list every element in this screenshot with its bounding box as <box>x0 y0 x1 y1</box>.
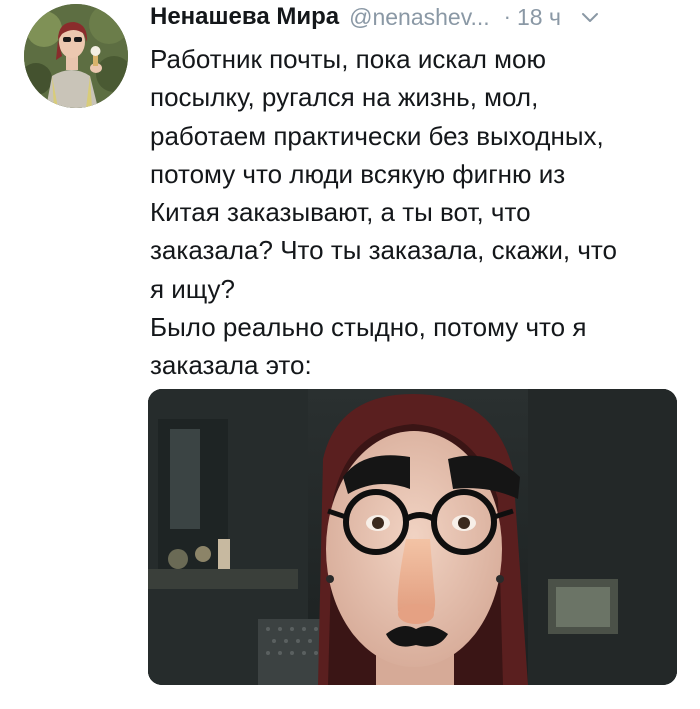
tweet-header: Ненашева Мира @nenashev... · 18 ч <box>150 0 690 34</box>
timestamp[interactable]: 18 ч <box>517 4 561 31</box>
user-handle[interactable]: @nenashev... <box>349 4 490 31</box>
tweet-text: Работник почты, пока искал мою посылку, … <box>150 44 617 381</box>
avatar-image <box>24 4 128 108</box>
avatar[interactable] <box>24 4 128 108</box>
display-name[interactable]: Ненашева Мира <box>150 3 339 31</box>
tweet-photo[interactable] <box>148 389 677 685</box>
chevron-down-icon[interactable] <box>579 6 601 28</box>
photo-image <box>148 389 677 685</box>
separator-dot: · <box>503 4 511 29</box>
tweet: Ненашева Мира @nenashev... · 18 ч Работн… <box>0 0 700 709</box>
